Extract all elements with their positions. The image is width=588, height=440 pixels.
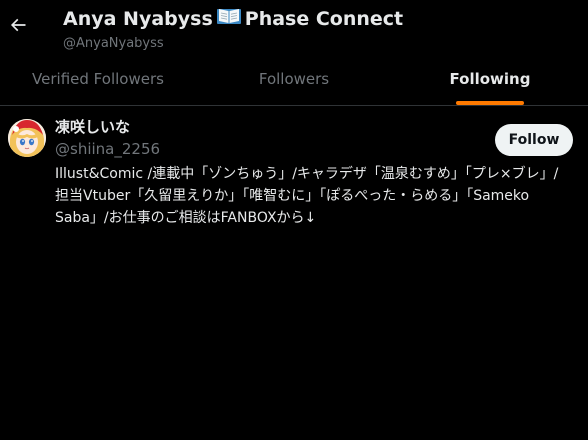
user-bio: Illust&Comic /連載中「ゾンちゅう」/キャラデザ「温泉むすめ」「プレ…: [55, 166, 559, 226]
profile-title-block: Anya Nyabyss Phase Connect @AnyaNyabyss: [63, 6, 403, 53]
display-name-part1: Anya Nyabyss: [63, 8, 213, 30]
tab-verified-followers[interactable]: Verified Followers: [0, 56, 196, 105]
tab-following[interactable]: Following: [392, 56, 588, 105]
user-cell[interactable]: 凍咲しいな @shiina_2256 Follow Illust&Comic /…: [0, 107, 588, 237]
tab-label: Following: [449, 69, 531, 88]
active-tab-indicator: [456, 101, 524, 105]
tab-label: Followers: [258, 69, 330, 88]
follow-button[interactable]: Follow: [495, 124, 573, 156]
top-header: Anya Nyabyss Phase Connect @AnyaNyabyss: [0, 0, 588, 56]
profile-display-name: Anya Nyabyss Phase Connect: [63, 6, 403, 32]
display-name-part2: Phase Connect: [244, 8, 404, 30]
tab-label: Verified Followers: [32, 69, 164, 88]
profile-handle: @AnyaNyabyss: [63, 36, 164, 51]
open-book-icon: [216, 6, 241, 32]
user-display-name[interactable]: 凍咲しいな: [55, 117, 495, 137]
follow-tabs: Verified Followers Followers Following: [0, 56, 588, 106]
back-arrow-icon[interactable]: [6, 13, 30, 37]
user-handle[interactable]: @shiina_2256: [55, 139, 495, 159]
user-info: 凍咲しいな @shiina_2256: [55, 117, 495, 159]
tab-followers[interactable]: Followers: [196, 56, 392, 105]
avatar[interactable]: [8, 119, 46, 157]
